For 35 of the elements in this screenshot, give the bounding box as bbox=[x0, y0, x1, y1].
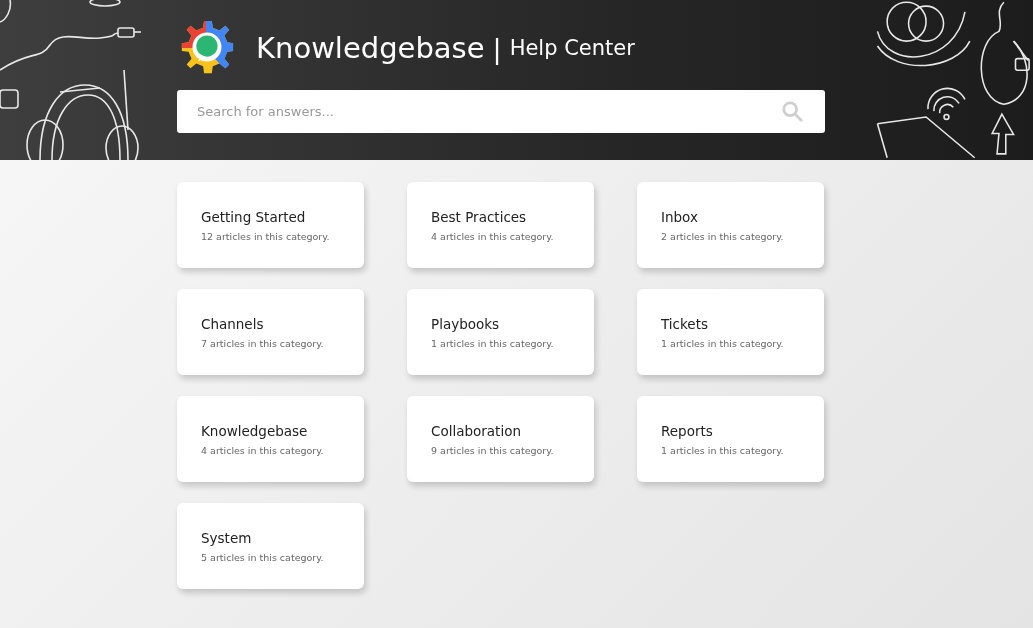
category-title: Best Practices bbox=[431, 208, 528, 225]
category-card[interactable]: Reports 1 articles in this category. bbox=[637, 396, 824, 482]
category-card[interactable]: Best Practices 4 articles in this category. bbox=[407, 182, 594, 268]
category-card[interactable]: Playbooks 1 articles in this category. bbox=[407, 289, 594, 375]
title-separator: | bbox=[492, 32, 502, 64]
article-count: 4 articles in this category. bbox=[431, 230, 555, 242]
category-title: Getting Started bbox=[201, 208, 307, 225]
category-card[interactable]: Getting Started 12 articles in this category. bbox=[177, 182, 364, 268]
category-title: Knowledgebase bbox=[201, 422, 309, 439]
category-title: Inbox bbox=[661, 208, 699, 225]
article-count: 1 articles in this category. bbox=[431, 337, 555, 349]
search-icon bbox=[781, 100, 803, 122]
category-title: Tickets bbox=[661, 315, 709, 332]
category-card[interactable]: Channels 7 articles in this category. bbox=[177, 289, 364, 375]
article-count: 9 articles in this category. bbox=[431, 444, 555, 456]
category-title: Channels bbox=[201, 315, 265, 332]
article-count: 2 articles in this category. bbox=[661, 230, 785, 242]
category-title: Collaboration bbox=[431, 422, 522, 439]
category-title: Playbooks bbox=[431, 315, 501, 332]
article-count: 1 articles in this category. bbox=[661, 444, 785, 456]
category-card[interactable]: Knowledgebase 4 articles in this category. bbox=[177, 396, 364, 482]
article-count: 1 articles in this category. bbox=[661, 337, 785, 349]
site-subtitle: Help Center bbox=[509, 36, 635, 60]
article-count: 5 articles in this category. bbox=[201, 551, 325, 563]
article-count: 12 articles in this category. bbox=[201, 230, 331, 242]
category-card[interactable]: Collaboration 9 articles in this category. bbox=[407, 396, 594, 482]
article-count: 7 articles in this category. bbox=[201, 337, 325, 349]
search-field[interactable]: Search for answers... bbox=[177, 90, 825, 133]
article-count: 4 articles in this category. bbox=[201, 444, 325, 456]
category-title: System bbox=[201, 529, 253, 546]
category-card[interactable]: Inbox 2 articles in this category. bbox=[637, 182, 824, 268]
category-card[interactable]: System 5 articles in this category. bbox=[177, 503, 364, 589]
site-title: Knowledgebase bbox=[256, 31, 485, 65]
category-card[interactable]: Tickets 1 articles in this category. bbox=[637, 289, 824, 375]
category-title: Reports bbox=[661, 422, 714, 439]
